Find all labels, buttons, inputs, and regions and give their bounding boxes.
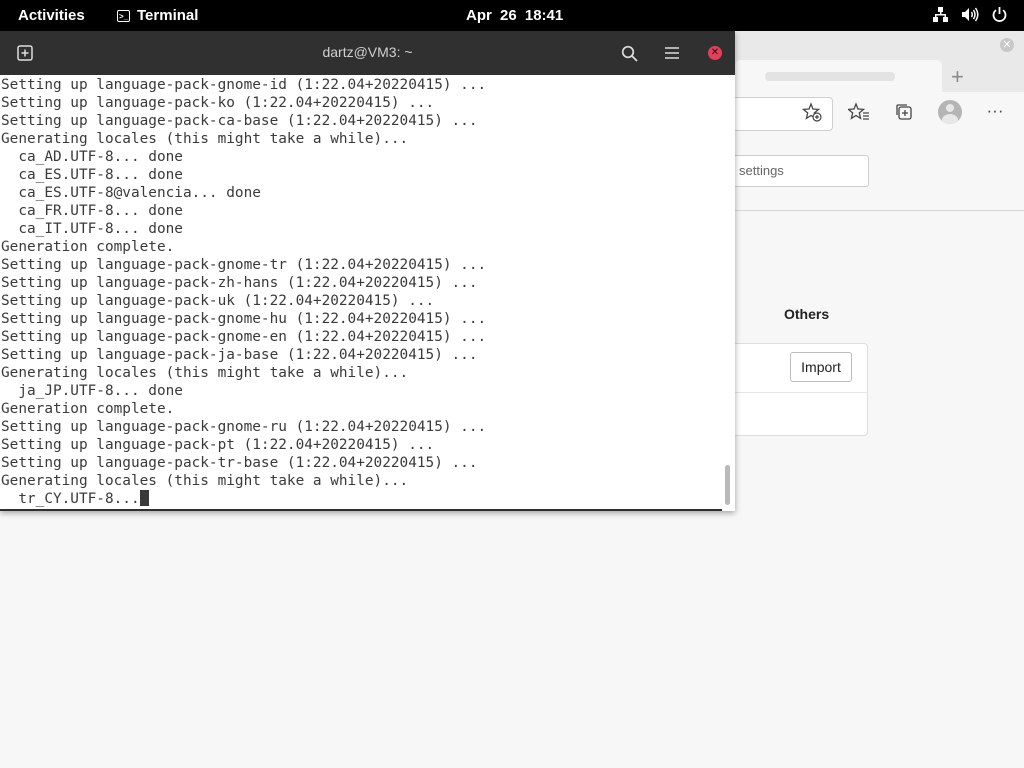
terminal-line: Setting up language-pack-uk (1:22.04+202… <box>1 293 435 309</box>
top-bar: Activities >_ Terminal Apr 26 18:41 <box>0 0 1024 31</box>
close-icon[interactable]: ✕ <box>1000 38 1014 52</box>
app-menu[interactable]: >_ Terminal <box>117 7 198 24</box>
import-button[interactable]: Import <box>790 352 852 382</box>
terminal-icon: >_ <box>117 9 130 22</box>
terminal-line: ja_JP.UTF-8... done <box>1 383 183 399</box>
terminal-output[interactable]: Setting up language-pack-gnome-id (1:22.… <box>0 75 722 509</box>
activities-button[interactable]: Activities <box>18 7 85 24</box>
terminal-line: Generation complete. <box>1 401 175 417</box>
terminal-line: Setting up language-pack-gnome-hu (1:22.… <box>1 311 487 327</box>
terminal-line: Setting up language-pack-gnome-en (1:22.… <box>1 329 487 345</box>
window-edge <box>0 509 722 511</box>
browser-tab[interactable] <box>735 60 942 92</box>
scrollbar[interactable] <box>725 465 730 505</box>
terminal-line: ca_IT.UTF-8... done <box>1 221 183 237</box>
new-tab-icon[interactable]: + <box>951 64 964 90</box>
terminal-line: ca_ES.UTF-8@valencia... done <box>1 185 261 201</box>
section-heading: Others <box>784 306 830 322</box>
terminal-line: Generating locales (this might take a wh… <box>1 365 409 381</box>
terminal-line: ca_AD.UTF-8... done <box>1 149 183 165</box>
app-menu-label: Terminal <box>137 7 199 24</box>
terminal-line: Generating locales (this might take a wh… <box>1 473 409 489</box>
volume-icon[interactable] <box>961 6 979 23</box>
tab-title <box>765 72 895 81</box>
system-tray[interactable] <box>932 6 1008 23</box>
terminal-text: Setting up language-pack-gnome-id (1:22.… <box>0 75 722 508</box>
terminal-line: Setting up language-pack-ko (1:22.04+202… <box>1 95 435 111</box>
terminal-line: Setting up language-pack-ca-base (1:22.0… <box>1 113 478 129</box>
close-icon[interactable]: ✕ <box>708 46 722 60</box>
terminal-line: ca_FR.UTF-8... done <box>1 203 183 219</box>
terminal-line: Setting up language-pack-pt (1:22.04+202… <box>1 437 435 453</box>
terminal-line: Setting up language-pack-ja-base (1:22.0… <box>1 347 478 363</box>
terminal-headerbar[interactable]: dartz@VM3: ~ ✕ <box>0 31 735 75</box>
terminal-line: Generation complete. <box>1 239 175 255</box>
terminal-line: Setting up language-pack-zh-hans (1:22.0… <box>1 275 478 291</box>
terminal-line: Generating locales (this might take a wh… <box>1 131 409 147</box>
terminal-window[interactable]: dartz@VM3: ~ ✕ Setting up language-pack-… <box>0 31 735 511</box>
terminal-line: Setting up language-pack-tr-base (1:22.0… <box>1 455 478 471</box>
clock[interactable]: Apr 26 18:41 <box>466 7 563 24</box>
more-icon[interactable]: ··· <box>984 100 1006 122</box>
collections-icon[interactable] <box>893 102 915 124</box>
search-icon[interactable] <box>617 41 641 65</box>
power-icon[interactable] <box>991 6 1008 23</box>
profile-icon[interactable] <box>938 100 962 124</box>
favorite-add-icon[interactable] <box>801 102 823 124</box>
favorites-icon[interactable] <box>846 102 870 124</box>
hamburger-menu-icon[interactable] <box>660 41 684 65</box>
terminal-line: Setting up language-pack-gnome-ru (1:22.… <box>1 419 487 435</box>
terminal-line: ca_ES.UTF-8... done <box>1 167 183 183</box>
terminal-line: tr_CY.UTF-8... <box>1 491 140 507</box>
network-icon[interactable] <box>932 6 949 23</box>
terminal-line: Setting up language-pack-gnome-id (1:22.… <box>1 77 487 93</box>
terminal-line: Setting up language-pack-gnome-tr (1:22.… <box>1 257 487 273</box>
text-cursor <box>139 490 149 506</box>
